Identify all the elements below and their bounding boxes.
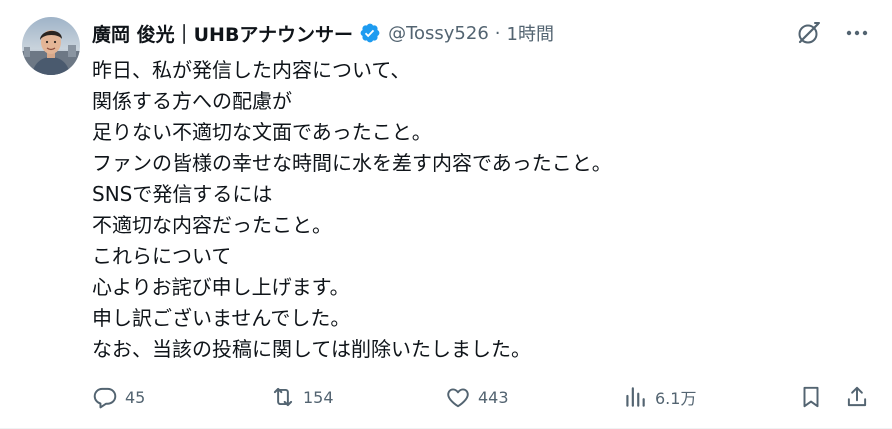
repost-count: 154 xyxy=(303,387,334,407)
tweet-header: 廣岡 俊光｜UHBアナウンサー @Tossy526 · 1時間 xyxy=(92,18,554,48)
tweet-text-line: これらについて xyxy=(92,244,232,268)
repost-button[interactable]: 154 xyxy=(270,380,334,414)
avatar[interactable] xyxy=(22,17,80,75)
bookmark-icon xyxy=(803,386,819,408)
share-button[interactable] xyxy=(844,380,870,414)
verified-badge-icon xyxy=(359,22,381,44)
like-button[interactable]: 443 xyxy=(445,380,509,414)
bookmark-button[interactable] xyxy=(798,380,824,414)
repost-icon xyxy=(273,387,293,407)
like-icon xyxy=(447,388,469,408)
tweet-text-line: ファンの皆様の幸せな時間に水を差す内容であったこと。 xyxy=(92,151,612,175)
avatar-image xyxy=(22,17,80,75)
grok-icon[interactable] xyxy=(796,20,822,46)
tweet-text-line: 関係する方への配慮が xyxy=(92,89,292,113)
tweet-text-line: 昨日、私が発信した内容について、 xyxy=(92,58,411,82)
tweet-text-line: 申し訳ございませんでした。 xyxy=(92,306,351,330)
tweet-actions: 45 154 443 6.1万 xyxy=(92,380,872,414)
tweet-text-line: 不適切な内容だったこと。 xyxy=(92,213,332,237)
views-icon xyxy=(626,387,645,407)
tweet-text-line: なお、当該の投稿に関しては削除いたしました。 xyxy=(92,337,531,361)
tweet-top-actions xyxy=(796,20,870,46)
tweet-text-line: 足りない不適切な文面であったこと。 xyxy=(92,120,432,144)
like-count: 443 xyxy=(478,387,509,407)
views-button[interactable]: 6.1万 xyxy=(622,380,696,414)
tweet-text: 昨日、私が発信した内容について、 関係する方への配慮が 足りない不適切な文面であ… xyxy=(92,55,852,365)
reply-button[interactable]: 45 xyxy=(92,380,145,414)
more-icon[interactable] xyxy=(844,20,870,46)
share-icon xyxy=(847,386,867,407)
tweet-text-line: SNSで発信するには xyxy=(92,182,273,206)
separator-dot: · xyxy=(494,22,501,44)
tweet[interactable]: 廣岡 俊光｜UHBアナウンサー @Tossy526 · 1時間 昨日、私が発信し… xyxy=(0,0,892,429)
reply-count: 45 xyxy=(125,387,146,407)
reply-icon xyxy=(93,387,117,409)
tweet-text-line: 心よりお詫び申し上げます。 xyxy=(92,275,350,299)
author-handle[interactable]: @Tossy526 xyxy=(388,23,489,44)
post-time[interactable]: 1時間 xyxy=(507,20,554,46)
author-name[interactable]: 廣岡 俊光｜UHBアナウンサー xyxy=(92,20,353,47)
views-count: 6.1万 xyxy=(655,389,697,408)
